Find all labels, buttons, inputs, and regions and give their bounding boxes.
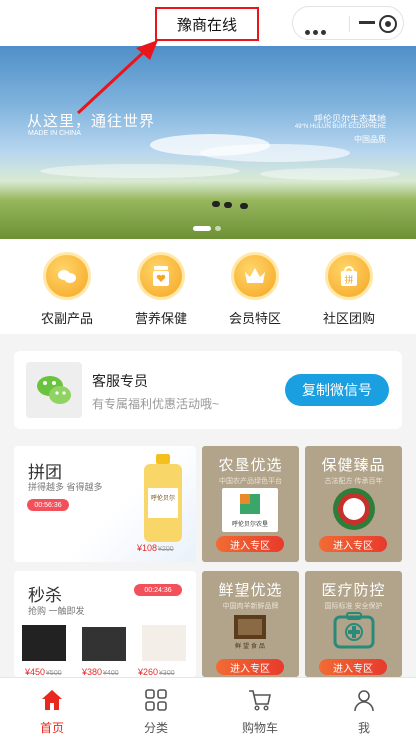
service-subtitle: 有专属福利优惠活动哦~ <box>92 397 220 411</box>
category-member-zone[interactable]: 会员特区 <box>215 252 295 327</box>
group-buy-bag-icon: 拼 <box>325 252 373 300</box>
category-nutrition[interactable]: 营养保健 <box>121 252 201 327</box>
tab-label: 我 <box>357 721 370 735</box>
tab-home[interactable]: 首页 <box>0 678 104 737</box>
app-root: 豫商在线 从这里，通往世界 MADE IN CHINA 呼伦贝尔生态基地 49°… <box>0 0 416 737</box>
annotation-arrow <box>76 40 158 115</box>
grid-icon <box>145 689 167 711</box>
medical-kit-icon <box>333 612 375 649</box>
flash-sale-timer: 00:24:36 <box>134 584 182 596</box>
product-thumb[interactable] <box>142 625 186 661</box>
old-price: ¥500 <box>46 670 62 677</box>
bottom-tab-bar: 首页 分类 购物车 我 <box>0 677 416 737</box>
group-buy-card[interactable]: 拼团 拼得越多 省得越多 00:56:36 呼伦贝尔 ¥108¥200 <box>14 446 196 562</box>
health-seal-icon <box>333 488 375 530</box>
category-agri-products[interactable]: 农副产品 <box>27 252 107 327</box>
category-label: 营养保健 <box>134 311 187 326</box>
peanut-icon <box>43 252 91 300</box>
home-icon <box>42 690 62 710</box>
tile-title: 农垦优选 <box>218 457 283 474</box>
horse-rider-image <box>212 201 220 207</box>
price-value: ¥260 <box>138 667 159 677</box>
category-label: 农副产品 <box>40 311 93 326</box>
product-thumb[interactable] <box>82 627 126 661</box>
category-label: 会员特区 <box>228 311 281 326</box>
tile-title: 保健臻品 <box>321 457 386 474</box>
flash-sale-title: 秒杀 <box>28 586 62 605</box>
tile-health[interactable]: 保健臻品 古法配方 传承百年 进入专区 <box>305 446 402 562</box>
health-jar-icon <box>137 252 185 300</box>
old-price: ¥300 <box>159 670 175 677</box>
tile-subtitle: 古法配方 传承百年 <box>324 478 383 485</box>
horse-rider-image <box>224 202 232 208</box>
flash-item-price: ¥380¥400 <box>82 667 119 677</box>
cloud-shape <box>260 168 400 180</box>
tile-xianwang[interactable]: 鲜望优选 中国肉羊新鲜品牌 鲜 望 食 品 进入专区 <box>202 571 299 677</box>
flash-item-price: ¥260¥300 <box>138 667 175 677</box>
category-community-group[interactable]: 拼 社区团购 <box>309 252 389 327</box>
tile-subtitle: 国际标准 安全保护 <box>324 603 383 610</box>
old-price: ¥400 <box>103 670 119 677</box>
tile-title: 医疗防控 <box>321 582 386 599</box>
tile-medical[interactable]: 医疗防控 国际标准 安全保护 进入专区 <box>305 571 402 677</box>
tile-brand: 鲜 望 食 品 <box>235 642 265 650</box>
carousel-indicator[interactable] <box>215 226 221 231</box>
copy-wechat-button[interactable]: 复制微信号 <box>285 374 389 406</box>
enter-zone-button[interactable]: 进入专区 <box>216 536 284 552</box>
cart-icon <box>249 690 271 711</box>
enter-zone-button[interactable]: 进入专区 <box>216 659 284 675</box>
group-buy-price: ¥108¥200 <box>137 543 174 553</box>
tab-cart[interactable]: 购物车 <box>208 678 312 737</box>
tile-nongken[interactable]: 农垦优选 中国农产品绿色平台 呼伦贝尔农垦 进入专区 <box>202 446 299 562</box>
tab-category[interactable]: 分类 <box>104 678 208 737</box>
xianwang-logo-image: 鲜 望 食 品 <box>222 611 278 653</box>
old-price: ¥200 <box>158 546 174 553</box>
tile-brand: 呼伦贝尔农垦 <box>232 520 268 528</box>
tab-label: 分类 <box>143 721 168 735</box>
flash-sale-subtitle: 抢购 一触即发 <box>28 606 85 616</box>
customer-service-card: 客服专员 有专属福利优惠活动哦~ 复制微信号 <box>14 351 402 429</box>
price-value: ¥108 <box>137 543 158 553</box>
bottle-brand-label: 呼伦贝尔 <box>151 494 175 502</box>
carousel-indicator-active[interactable] <box>193 226 211 231</box>
tab-label: 首页 <box>39 721 64 735</box>
flash-sale-card[interactable]: 秒杀 抢购 一触即发 00:24:36 ¥450¥500 ¥380¥400 ¥2… <box>14 571 196 677</box>
tile-subtitle: 中国肉羊新鲜品牌 <box>222 603 279 610</box>
tab-label: 购物车 <box>241 721 278 735</box>
nongken-logo-image: 呼伦贝尔农垦 <box>222 488 278 532</box>
flash-item-price: ¥450¥500 <box>25 667 62 677</box>
product-thumb[interactable] <box>22 625 66 661</box>
user-icon <box>354 690 374 712</box>
enter-zone-button[interactable]: 进入专区 <box>319 659 387 675</box>
tile-subtitle: 中国农产品绿色平台 <box>219 478 282 485</box>
price-value: ¥380 <box>82 667 103 677</box>
crown-icon <box>231 252 279 300</box>
tab-me[interactable]: 我 <box>312 678 416 737</box>
horse-rider-image <box>240 203 248 209</box>
cloud-shape <box>40 164 240 178</box>
category-row: 农副产品 营养保健 会员特区 拼 社区团购 <box>0 239 416 334</box>
group-buy-subtitle: 拼得越多 省得越多 <box>28 482 103 492</box>
group-buy-timer: 00:56:36 <box>27 499 69 511</box>
wechat-icon <box>26 362 82 418</box>
price-value: ¥450 <box>25 667 46 677</box>
enter-zone-button[interactable]: 进入专区 <box>319 536 387 552</box>
oil-bottle-image: 呼伦贝尔 <box>144 454 182 542</box>
svg-text:拼: 拼 <box>344 274 353 286</box>
category-label: 社区团购 <box>322 311 375 326</box>
tile-title: 鲜望优选 <box>218 582 283 599</box>
service-title: 客服专员 <box>92 373 148 389</box>
